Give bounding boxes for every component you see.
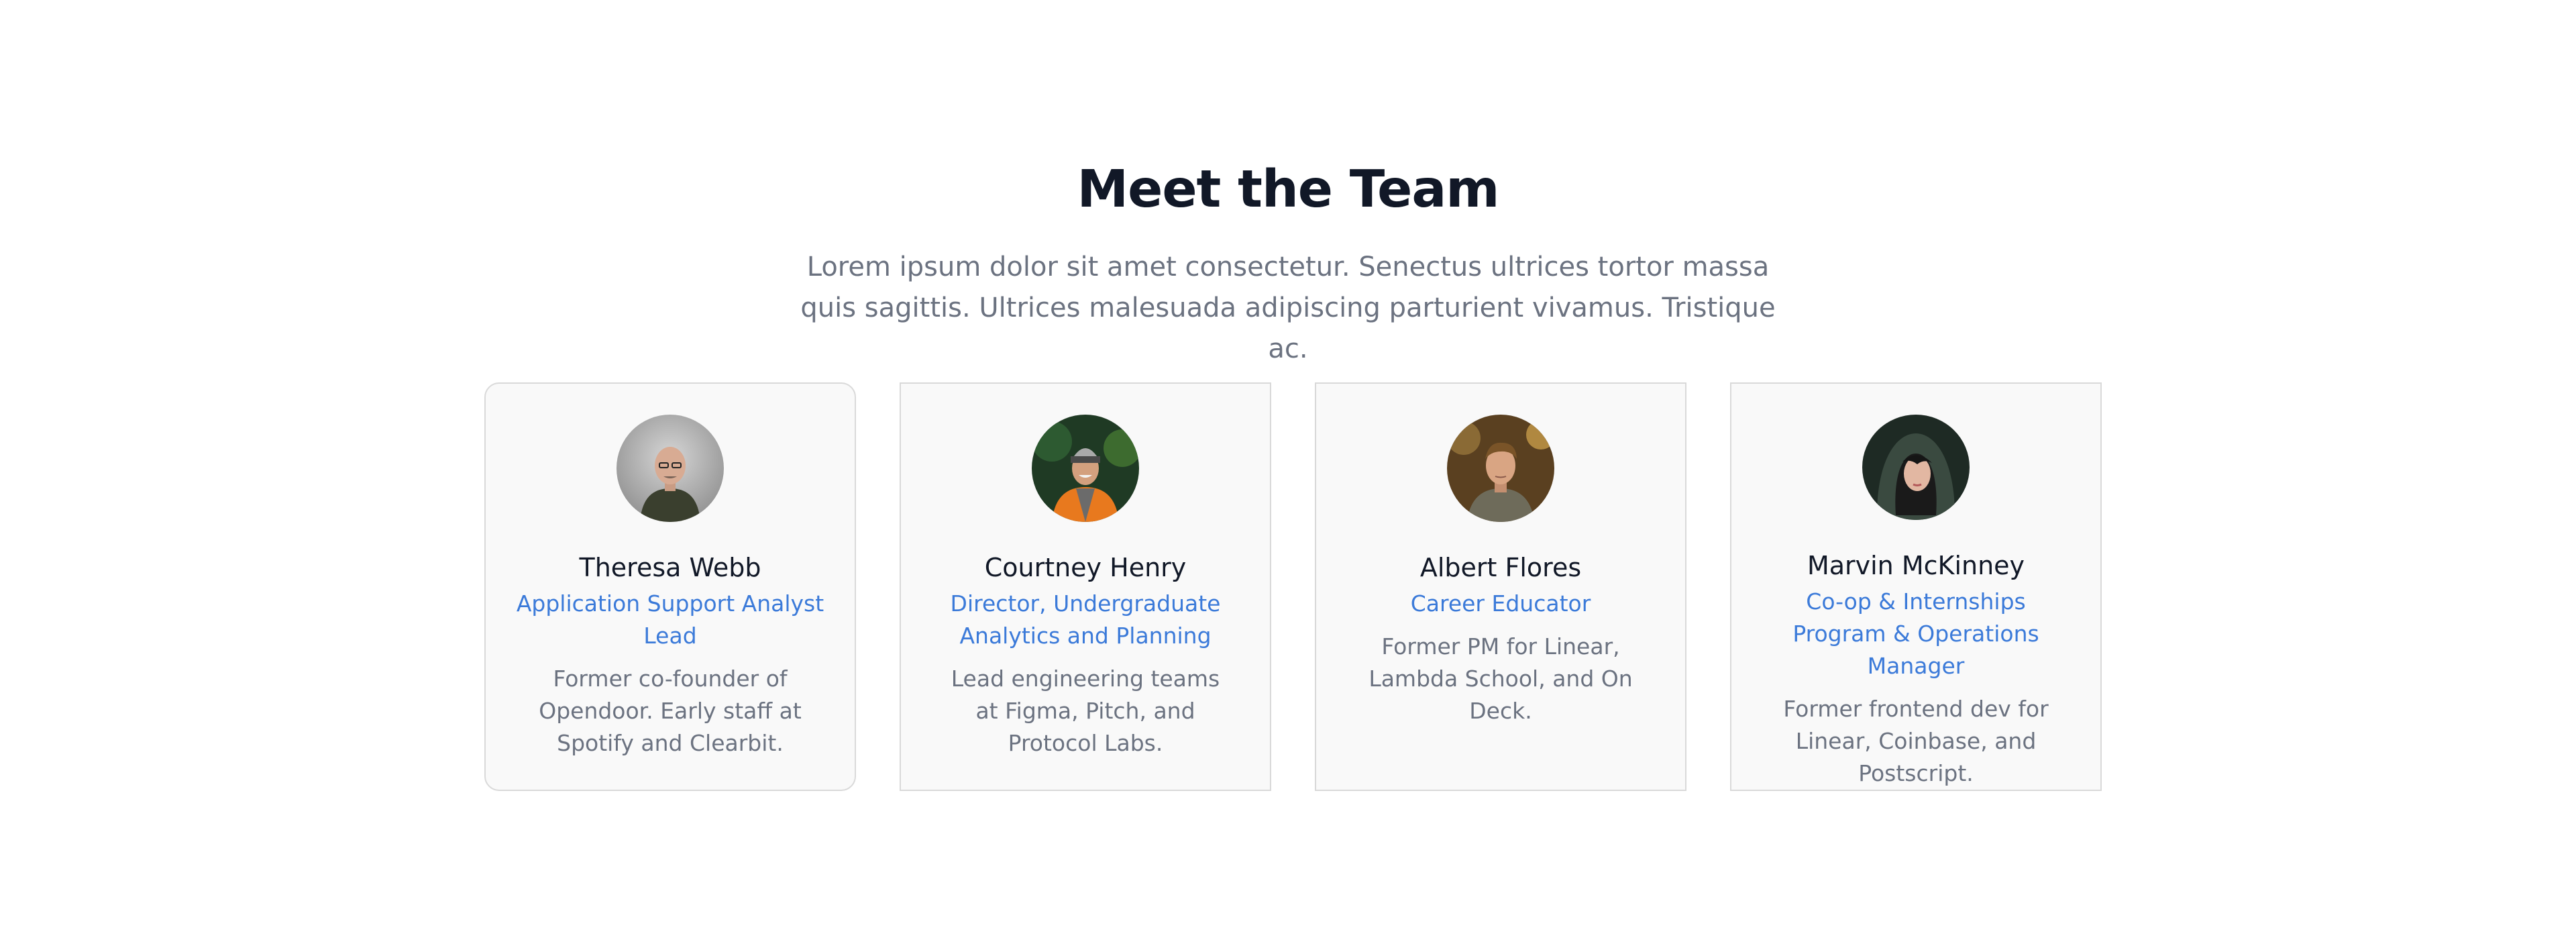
member-bio: Former PM for Linear, Lambda School, and…: [1368, 633, 1633, 724]
member-bio: Former co-founder of Opendoor. Early sta…: [539, 666, 802, 756]
team-card-courtney-henry: Courtney Henry Director, Undergraduate A…: [900, 382, 1271, 791]
section-subtitle: Lorem ipsum dolor sit amet consectetur. …: [800, 252, 1776, 364]
member-name: Marvin McKinney: [1807, 551, 2025, 580]
member-bio: Lead engineering teams at Figma, Pitch, …: [951, 666, 1220, 756]
avatar-courtney-henry: [1032, 415, 1139, 522]
avatar-marvin-mckinney: [1862, 415, 1970, 520]
member-role: Career Educator: [1410, 590, 1591, 617]
avatar-photo-icon: [1862, 415, 1970, 520]
member-role: Application Support Analyst Lead: [516, 590, 824, 649]
member-role: Co-op & Internships Program & Operations…: [1792, 588, 2039, 679]
member-name: Courtney Henry: [984, 553, 1187, 582]
section-title: Meet the Team: [1077, 160, 1499, 219]
team-section: Meet the Team Lorem ipsum dolor sit amet…: [0, 0, 2576, 950]
avatar-photo-icon: [616, 415, 724, 522]
avatar-photo-icon: [1032, 415, 1139, 522]
avatar-photo-icon: [1447, 415, 1554, 522]
member-bio: Former frontend dev for Linear, Coinbase…: [1783, 696, 2049, 786]
team-card-list: Theresa Webb Application Support Analyst…: [484, 382, 2102, 791]
team-card-albert-flores: Albert Flores Career Educator Former PM …: [1315, 382, 1686, 791]
member-role: Director, Undergraduate Analytics and Pl…: [950, 590, 1221, 649]
team-card-theresa-webb: Theresa Webb Application Support Analyst…: [484, 382, 856, 791]
avatar-theresa-webb: [616, 415, 724, 522]
team-card-marvin-mckinney: Marvin McKinney Co-op & Internships Prog…: [1730, 382, 2102, 791]
avatar-albert-flores: [1447, 415, 1554, 522]
member-name: Albert Flores: [1419, 553, 1582, 582]
member-name: Theresa Webb: [579, 553, 761, 582]
